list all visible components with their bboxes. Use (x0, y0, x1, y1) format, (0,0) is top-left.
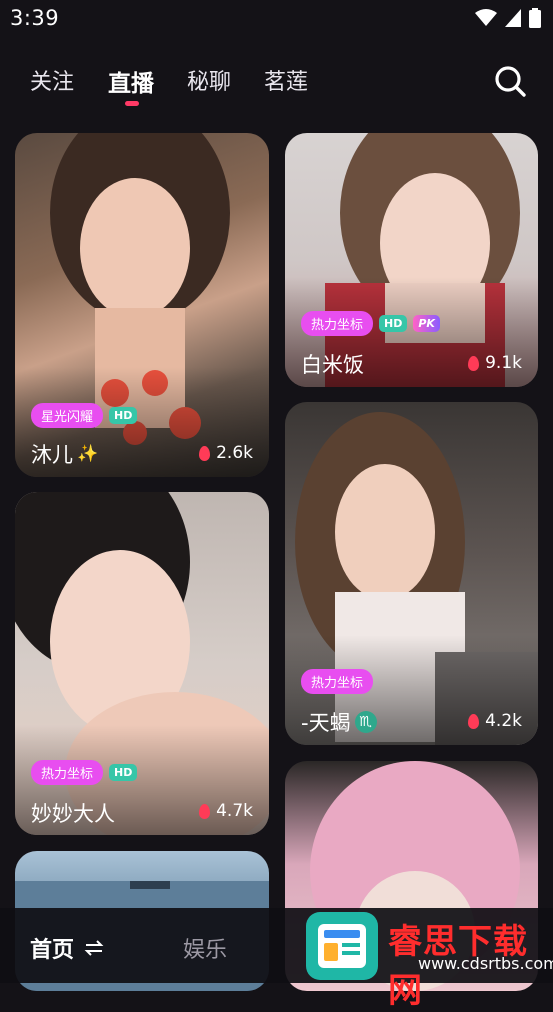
status-time: 3:39 (10, 6, 60, 30)
status-badge: 星光闪耀 (31, 403, 104, 428)
hd-badge: HD (109, 764, 138, 781)
active-tab-indicator (125, 101, 139, 106)
tab-live[interactable]: 直播 (108, 64, 154, 98)
streamer-name: 沐儿 (31, 443, 73, 467)
live-card[interactable]: 星光闪耀 HD 沐儿 ✨ 2.6k (15, 133, 269, 477)
status-badge: 热力坐标 (31, 760, 104, 785)
streamer-name: 白米饭 (301, 353, 364, 377)
status-badge: 热力坐标 (301, 311, 374, 336)
heat-count: 4.2k (485, 711, 522, 731)
heat-count: 9.1k (485, 353, 522, 373)
watermark-logo-icon (306, 912, 378, 980)
flame-icon (199, 445, 211, 461)
top-tabs: 关注 直播 秘聊 茗莲 (0, 56, 553, 106)
status-badge: 热力坐标 (301, 669, 374, 694)
sparkle-icon: ✨ (77, 444, 99, 464)
wifi-icon (475, 9, 497, 26)
switch-icon[interactable] (84, 940, 104, 956)
tab-private-chat[interactable]: 秘聊 (187, 64, 231, 96)
live-card[interactable]: 热力坐标 HD 妙妙大人 4.7k (15, 492, 269, 835)
flame-icon (468, 355, 480, 371)
hd-badge: HD (109, 407, 138, 424)
live-card[interactable]: 热力坐标 HD PK 白米饭 9.1k (285, 133, 538, 387)
flame-icon (199, 803, 211, 819)
heat-count: 2.6k (216, 443, 253, 463)
tab-minglian[interactable]: 茗莲 (264, 64, 308, 96)
streamer-name: 妙妙大人 (31, 802, 115, 826)
tab-follow[interactable]: 关注 (30, 64, 74, 96)
status-bar: 3:39 (0, 0, 553, 36)
hd-badge: HD (379, 315, 408, 332)
scorpio-icon: ♏ (354, 711, 377, 733)
nav-entertainment[interactable]: 娱乐 (183, 932, 227, 964)
search-icon[interactable] (493, 64, 527, 98)
battery-icon (529, 8, 541, 28)
flame-icon (468, 713, 480, 729)
watermark-domain: www.cdsrtbs.com (418, 954, 553, 973)
streamer-name: -天蝎 (301, 711, 351, 735)
nav-home[interactable]: 首页 (30, 932, 104, 964)
heat-count: 4.7k (216, 801, 253, 821)
pk-badge: PK (413, 315, 440, 332)
live-card[interactable]: 热力坐标 -天蝎 ♏ 4.2k (285, 402, 538, 745)
signal-icon (505, 9, 521, 27)
